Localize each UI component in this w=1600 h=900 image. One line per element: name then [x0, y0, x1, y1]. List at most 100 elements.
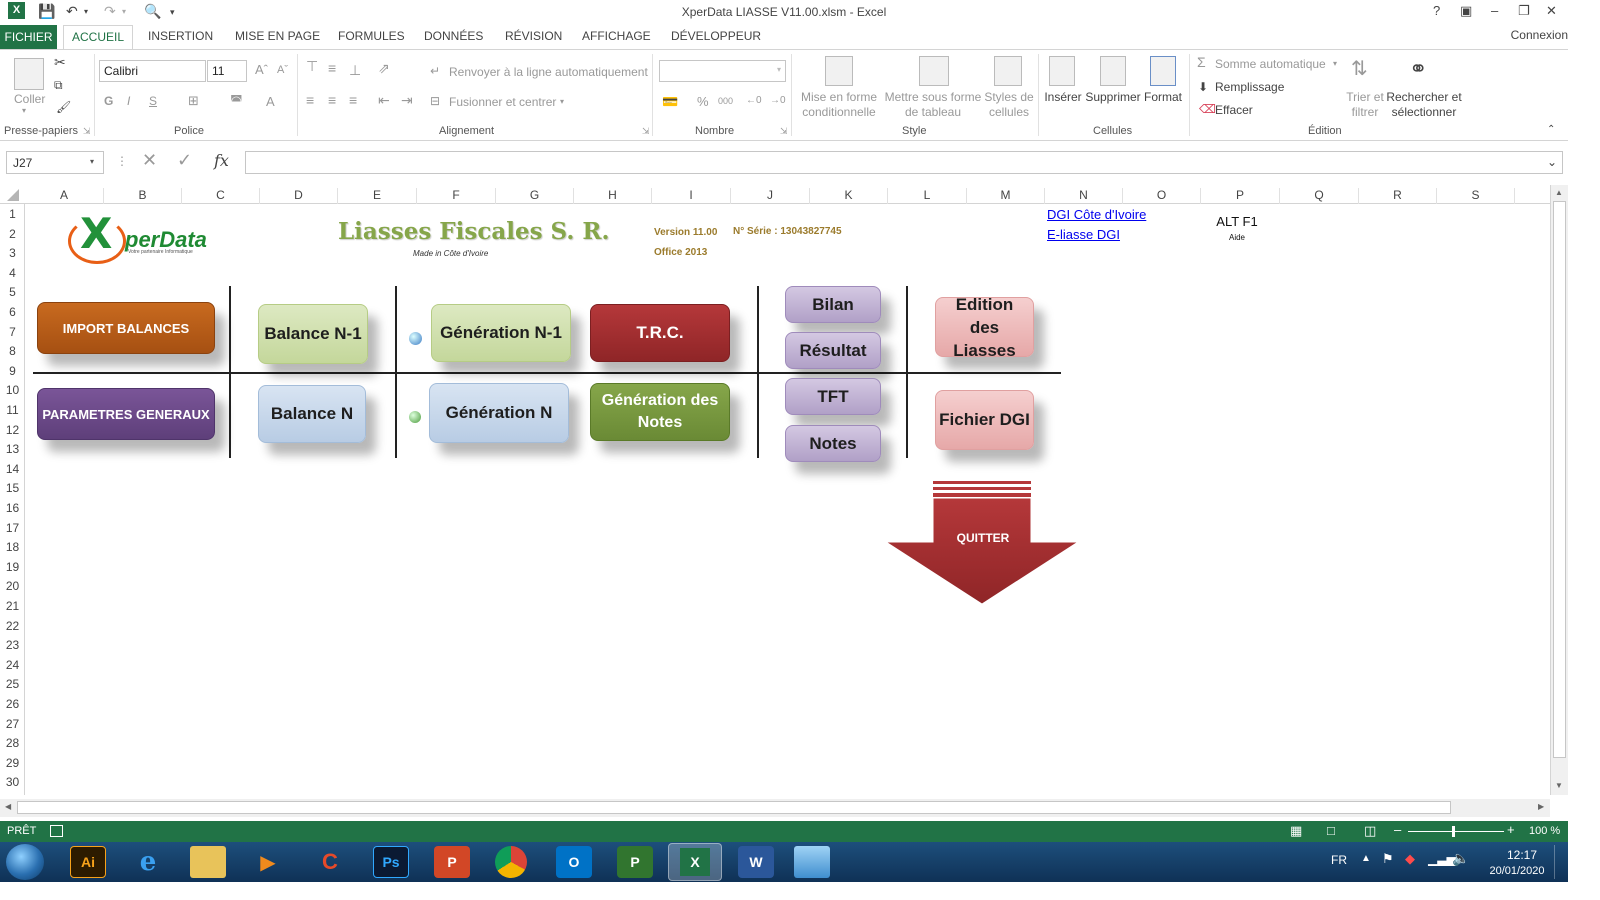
column-header[interactable]: L — [888, 188, 967, 204]
bilan-button[interactable]: Bilan — [785, 286, 881, 323]
generation-n1-button[interactable]: Génération N-1 — [431, 304, 571, 362]
formula-menu-icon[interactable]: ⋮ — [116, 154, 128, 168]
row-header[interactable]: 19 — [0, 560, 25, 574]
parametres-generaux-button[interactable]: PARAMETRES GENERAUX — [37, 388, 215, 440]
row-header[interactable]: 18 — [0, 540, 25, 554]
cell-styles-icon[interactable] — [994, 56, 1022, 86]
row-header[interactable]: 24 — [0, 658, 25, 672]
page-break-view-icon[interactable]: ◫ — [1364, 823, 1376, 839]
scroll-down-icon[interactable]: ▼ — [1555, 781, 1563, 790]
orientation-icon[interactable]: ⇗ — [378, 60, 390, 77]
fill-icon[interactable]: ⬇ — [1198, 80, 1208, 94]
column-header[interactable]: Q — [1280, 188, 1359, 204]
fichier-dgi-button[interactable]: Fichier DGI — [935, 390, 1034, 450]
tab-insertion[interactable]: INSERTION — [148, 29, 213, 43]
font-size-select[interactable]: 11 — [207, 60, 247, 82]
column-header[interactable]: C — [182, 188, 260, 204]
column-header[interactable]: R — [1359, 188, 1437, 204]
row-header[interactable]: 12 — [0, 423, 25, 437]
number-launcher-icon[interactable]: ⇲ — [780, 126, 788, 137]
help-button[interactable]: ? — [1433, 3, 1440, 18]
column-header[interactable]: B — [104, 188, 182, 204]
grow-font-icon[interactable]: Aˆ — [255, 62, 268, 77]
collapse-ribbon-icon[interactable]: ⌃ — [1547, 124, 1555, 135]
align-top-icon[interactable]: ⊤ — [306, 58, 318, 75]
cell-styles-button[interactable]: Styles de cellules — [984, 90, 1034, 120]
row-header[interactable]: 13 — [0, 442, 25, 456]
column-header[interactable]: E — [338, 188, 417, 204]
column-header[interactable]: M — [967, 188, 1045, 204]
security-icon[interactable]: ◆ — [1405, 851, 1415, 867]
enter-icon[interactable]: ✓ — [177, 150, 192, 171]
illustrator-icon[interactable]: Ai — [70, 846, 106, 878]
alignment-launcher-icon[interactable]: ⇲ — [642, 126, 650, 137]
worksheet[interactable]: ABCDEFGHIJKLMNOPQRS 1 2 3 4 5 6 7 8 9 10 11 12 13 14 1… — [0, 185, 1550, 795]
horizontal-scrollbar[interactable]: ◀ ▶ — [0, 799, 1550, 817]
row-header[interactable]: 25 — [0, 677, 25, 691]
quitter-button[interactable]: QUITTER — [933, 531, 1033, 545]
ribbon-display-icon[interactable]: ▣ — [1460, 3, 1472, 19]
decrease-decimal-icon[interactable]: →0 — [770, 95, 786, 106]
row-header[interactable]: 22 — [0, 619, 25, 633]
resultat-button[interactable]: Résultat — [785, 332, 881, 369]
thousands-button[interactable]: 000 — [718, 96, 733, 106]
merge-icon[interactable]: ⊟ — [430, 94, 440, 108]
column-header[interactable]: O — [1123, 188, 1201, 204]
paste-button[interactable]: Coller — [14, 92, 45, 106]
media-player-icon[interactable]: ▶ — [250, 846, 286, 878]
insert-button[interactable]: Insérer — [1042, 90, 1084, 105]
paste-dropdown-icon[interactable]: ▾ — [22, 106, 26, 115]
sort-filter-button[interactable]: Trier et filtrer — [1340, 90, 1390, 120]
tab-donnees[interactable]: DONNÉES — [424, 29, 483, 43]
language-indicator[interactable]: FR — [1331, 853, 1347, 867]
project-icon[interactable]: P — [617, 846, 653, 878]
fill-button[interactable]: Remplissage — [1215, 80, 1284, 94]
currency-format-icon[interactable]: 💳 — [662, 94, 678, 110]
row-header[interactable]: 11 — [0, 403, 25, 417]
column-header[interactable]: I — [652, 188, 731, 204]
row-header[interactable]: 9 — [0, 364, 25, 378]
insert-function-icon[interactable]: fx — [214, 151, 229, 170]
paste-icon[interactable] — [14, 58, 44, 90]
quitter-arrow-icon[interactable] — [884, 498, 1080, 606]
row-header[interactable]: 14 — [0, 462, 25, 476]
cancel-icon[interactable]: ✕ — [142, 150, 157, 171]
formula-input[interactable] — [245, 151, 1563, 174]
row-header[interactable]: 23 — [0, 638, 25, 652]
row-header[interactable]: 21 — [0, 599, 25, 613]
start-button-icon[interactable] — [6, 844, 44, 880]
word-icon[interactable]: W — [738, 846, 774, 878]
clear-button[interactable]: Effacer — [1215, 103, 1253, 117]
balance-n1-button[interactable]: Balance N-1 — [258, 304, 368, 364]
fill-color-icon[interactable]: ◚ — [230, 93, 243, 109]
clock-date[interactable]: 20/01/2020 — [1482, 865, 1552, 877]
zoom-slider-thumb[interactable] — [1452, 826, 1455, 837]
percent-button[interactable]: % — [697, 94, 709, 109]
underline-button[interactable]: S — [149, 94, 157, 108]
show-hidden-icons-icon[interactable]: ▲ — [1361, 853, 1371, 864]
generation-notes-button[interactable]: Génération des Notes — [590, 383, 730, 441]
column-header[interactable]: S — [1437, 188, 1515, 204]
sort-filter-icon[interactable]: ⇅ — [1351, 56, 1368, 81]
column-header[interactable]: J — [731, 188, 810, 204]
link-dgi-cote-divoire[interactable]: DGI Côte d'Ivoire — [1047, 207, 1146, 222]
tab-mise-en-page[interactable]: MISE EN PAGE — [235, 29, 320, 43]
increase-indent-icon[interactable]: ⇥ — [401, 92, 413, 109]
align-middle-icon[interactable]: ≡ — [328, 60, 336, 76]
row-header[interactable]: 26 — [0, 697, 25, 711]
column-header[interactable]: N — [1045, 188, 1123, 204]
connexion-link[interactable]: Connexion — [1511, 28, 1568, 42]
conditional-format-button[interactable]: Mise en forme conditionnelle — [797, 90, 881, 120]
photoshop-icon[interactable]: Ps — [373, 846, 409, 878]
decrease-indent-icon[interactable]: ⇤ — [378, 92, 390, 109]
generation-n-button[interactable]: Génération N — [429, 383, 569, 443]
row-header[interactable]: 8 — [0, 344, 25, 358]
align-bottom-icon[interactable]: ⊥ — [349, 62, 361, 79]
vertical-scroll-thumb[interactable] — [1553, 201, 1566, 758]
row-header[interactable]: 6 — [0, 305, 25, 319]
outlook-icon[interactable]: O — [556, 846, 592, 878]
format-painter-icon[interactable]: 🖌 — [56, 100, 71, 114]
tft-button[interactable]: TFT — [785, 378, 881, 415]
zoom-in-icon[interactable]: + — [1507, 822, 1515, 837]
row-header[interactable]: 17 — [0, 521, 25, 535]
